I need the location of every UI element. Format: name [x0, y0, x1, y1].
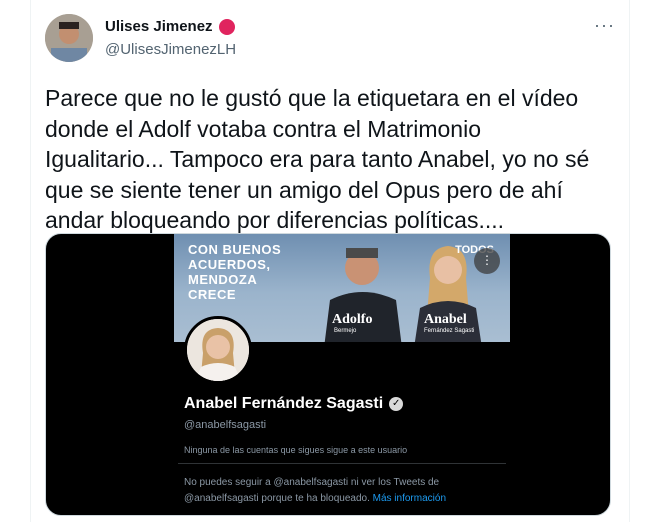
divider: [178, 463, 506, 464]
follow-note: Ninguna de las cuentas que sigues sigue …: [184, 445, 408, 455]
profile-name-row: Anabel Fernández Sagasti ✓: [184, 395, 404, 413]
author-avatar[interactable]: [45, 14, 93, 62]
author-handle[interactable]: @UlisesJimenezLH: [105, 41, 236, 58]
author-name-row: Ulises Jimenez: [105, 18, 235, 35]
left-edge: [0, 0, 10, 522]
candidate1-name: Adolfo: [332, 312, 373, 327]
profile-avatar-image: [187, 319, 249, 381]
blocked-message: No puedes seguir a @anabelfsagasti ni ve…: [184, 475, 504, 507]
more-horizontal-icon[interactable]: ···: [594, 16, 615, 34]
profile-handle: @anabelfsagasti: [184, 419, 267, 431]
tweet: Ulises Jimenez @UlisesJimenezLH ··· Pare…: [30, 0, 630, 522]
author-name[interactable]: Ulises Jimenez: [105, 18, 213, 35]
candidate2-sub: Fernández Sagasti: [424, 328, 475, 334]
candidate1-sub: Bermejo: [334, 328, 357, 334]
profile-avatar: [184, 316, 252, 384]
candidate2-name: Anabel: [424, 312, 467, 327]
tweet-media[interactable]: CON BUENOS ACUERDOS, MENDOZA CRECE Adolf…: [45, 233, 611, 516]
profile-name: Anabel Fernández Sagasti: [184, 395, 384, 412]
verified-icon: ✓: [389, 397, 404, 411]
avatar-image: [45, 14, 93, 62]
tweet-text: Parece que no le gustó que la etiquetara…: [45, 85, 590, 233]
more-vertical-icon[interactable]: ⋮: [474, 248, 500, 274]
banner-slogan: CON BUENOS ACUERDOS, MENDOZA CRECE: [188, 242, 282, 302]
more-info-link[interactable]: Más información: [373, 493, 446, 504]
red-circle-icon: [218, 18, 235, 35]
